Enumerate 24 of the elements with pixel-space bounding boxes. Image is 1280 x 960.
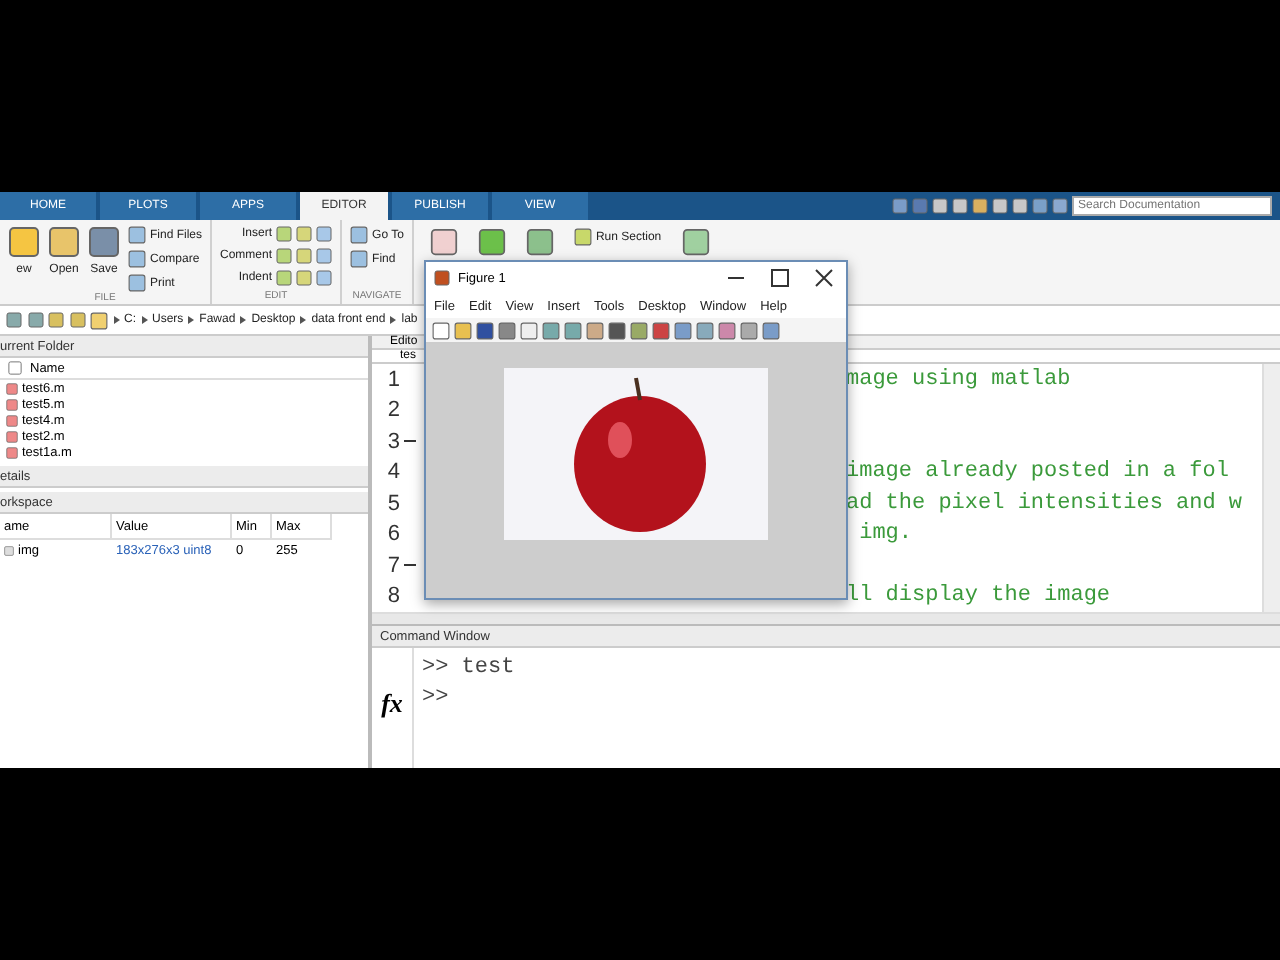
line-number: 1 <box>385 367 400 392</box>
vertical-scrollbar[interactable] <box>1262 364 1280 613</box>
line-number: 6 <box>385 522 400 547</box>
code-comment: ad the pixel intensities and w <box>846 491 1243 516</box>
chevron-icon <box>390 316 397 324</box>
chevron-icon <box>188 316 195 324</box>
chevron-icon <box>240 316 247 324</box>
chevron-icon <box>113 316 119 324</box>
line-number: 5 <box>385 491 400 516</box>
line-number: 8 <box>385 584 400 609</box>
horizontal-scrollbar[interactable] <box>372 612 1280 625</box>
chevron-icon <box>141 316 147 324</box>
line-number: 2 <box>385 398 400 423</box>
function-browser-button[interactable]: fx <box>381 688 403 720</box>
line-number: 3 <box>385 429 400 454</box>
chevron-icon <box>300 316 307 324</box>
command-line: >> <box>422 686 451 710</box>
line-number: 7 <box>385 553 400 578</box>
code-comment: ll display the image <box>846 584 1111 609</box>
command-line: >> test <box>422 656 515 680</box>
code-comment: img. <box>857 522 913 547</box>
line-number: 4 <box>385 460 400 485</box>
code-comment: mage using matlab <box>846 367 1071 392</box>
code-comment: image already posted in a fol <box>846 460 1229 485</box>
